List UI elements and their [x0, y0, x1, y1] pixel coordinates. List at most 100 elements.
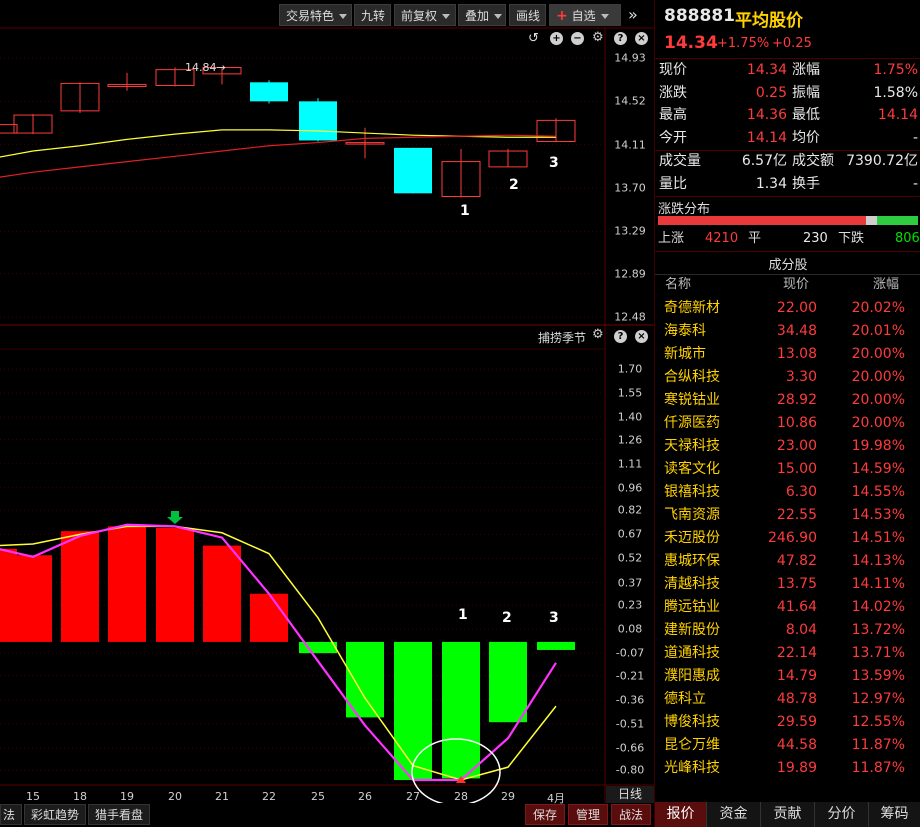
indicator-bar — [156, 527, 194, 642]
quote-tab[interactable]: 分价 — [815, 802, 869, 827]
indicator-axis-tick: 1.70 — [617, 362, 643, 376]
component-change: 20.00% — [851, 369, 905, 385]
component-row[interactable]: 濮阳惠成 14.79 13.59% — [655, 665, 920, 688]
indicator-axis-tick: 1.11 — [617, 457, 643, 471]
component-row[interactable]: 仟源医药 10.86 20.00% — [655, 412, 920, 435]
save-button[interactable]: 保存 — [525, 804, 565, 825]
chart-area[interactable]: 交易特色 九转 前复权 叠加 画线 + 自选 » ↺ + − ⚙ ? × 14.… — [0, 0, 654, 805]
indicator-axis-tick: 0.82 — [617, 503, 643, 517]
quote-tab[interactable]: 资金 — [707, 802, 761, 827]
zoom-out-icon[interactable]: − — [571, 32, 584, 45]
component-row[interactable]: 腾远钴业 41.64 14.02% — [655, 596, 920, 619]
tab-strategy-partial[interactable]: 法 — [0, 804, 22, 825]
x-axis-tick: 25 — [311, 790, 325, 803]
close-icon[interactable]: × — [635, 32, 648, 45]
change-percent: +1.75% — [717, 36, 770, 51]
component-name: 清越科技 — [664, 576, 720, 592]
component-change: 14.55% — [851, 484, 905, 500]
component-row[interactable]: 禾迈股份 246.90 14.51% — [655, 527, 920, 550]
x-axis-tick: 29 — [501, 790, 515, 803]
component-price: 14.79 — [776, 668, 817, 684]
strategy-button[interactable]: 战法 — [611, 804, 651, 825]
component-row[interactable]: 博俊科技 29.59 12.55% — [655, 711, 920, 734]
indicator-title[interactable]: 捕捞季节 — [538, 329, 586, 346]
component-row[interactable]: 银禧科技 6.30 14.55% — [655, 481, 920, 504]
distribution-row: 上涨 4210 平 230 下跌 806 — [655, 227, 920, 250]
component-row[interactable]: 道通科技 22.14 13.71% — [655, 642, 920, 665]
header-change[interactable]: 涨幅 — [873, 274, 899, 296]
close-icon[interactable]: × — [635, 330, 648, 343]
component-row[interactable]: 海泰科 34.48 20.01% — [655, 320, 920, 343]
candle-body — [394, 147, 432, 194]
quote-tab[interactable]: 报价 — [655, 802, 707, 827]
component-name: 惠城环保 — [664, 553, 720, 569]
ma-red-line — [0, 134, 557, 178]
component-row[interactable]: 惠城环保 47.82 14.13% — [655, 550, 920, 573]
component-price: 22.55 — [776, 507, 817, 523]
watchlist-dropdown[interactable]: + 自选 — [549, 4, 621, 26]
quote-tab[interactable]: 贡献 — [761, 802, 815, 827]
indicator-axis-tick: -0.66 — [615, 741, 645, 755]
component-price: 19.89 — [776, 760, 817, 776]
component-name: 建新股份 — [664, 622, 720, 638]
component-price: 246.90 — [768, 530, 817, 546]
quote-row: 成交量 6.57亿 成交额 7390.72亿 — [655, 150, 920, 173]
nine-turn-button[interactable]: 九转 — [354, 4, 391, 26]
period-label[interactable]: 日线 — [606, 786, 654, 803]
tab-hunter-view[interactable]: 猎手看盘 — [88, 804, 150, 825]
component-name: 昆仑万维 — [664, 737, 720, 753]
component-name: 濮阳惠成 — [664, 668, 720, 684]
distribution-title: 涨跌分布 — [658, 202, 711, 217]
draw-line-button[interactable]: 画线 — [509, 4, 546, 26]
component-row[interactable]: 德科立 48.78 12.97% — [655, 688, 920, 711]
component-row[interactable]: 合纵科技 3.30 20.00% — [655, 366, 920, 389]
manage-button[interactable]: 管理 — [568, 804, 608, 825]
quote-row: 现价 14.34 涨幅 1.75% — [655, 59, 920, 82]
header-name[interactable]: 名称 — [665, 274, 691, 296]
more-chevron-icon[interactable]: » — [628, 5, 638, 24]
current-price: 14.34 — [664, 33, 718, 53]
component-row[interactable]: 天禄科技 23.00 19.98% — [655, 435, 920, 458]
component-row[interactable]: 清越科技 13.75 14.11% — [655, 573, 920, 596]
component-name: 禾迈股份 — [664, 530, 720, 546]
settings-gear-icon[interactable]: ⚙ — [592, 30, 604, 45]
component-price: 10.86 — [776, 415, 817, 431]
quote-cell: 1.75% — [873, 62, 918, 78]
component-row[interactable]: 读客文化 15.00 14.59% — [655, 458, 920, 481]
quote-cell: 换手 — [792, 175, 820, 192]
component-price: 29.59 — [776, 714, 817, 730]
indicator-bar — [61, 531, 99, 642]
indicator-axis-tick: 1.40 — [617, 410, 643, 424]
help-icon[interactable]: ? — [614, 330, 627, 343]
indicator-bar — [203, 545, 241, 642]
component-row[interactable]: 光峰科技 19.89 11.87% — [655, 757, 920, 780]
component-row[interactable]: 建新股份 8.04 13.72% — [655, 619, 920, 642]
component-row[interactable]: 新城市 13.08 20.00% — [655, 343, 920, 366]
settings-gear-icon[interactable]: ⚙ — [592, 327, 604, 342]
components-title: 成分股 — [768, 258, 808, 273]
quote-cell: 14.34 — [746, 62, 787, 78]
adjust-dropdown[interactable]: 前复权 — [394, 4, 456, 26]
indicator-marker-2: 2 — [502, 610, 512, 626]
reset-icon[interactable]: ↺ — [528, 31, 539, 46]
quote-cell: 14.14 — [877, 107, 918, 123]
tab-rainbow-trend[interactable]: 彩虹趋势 — [24, 804, 86, 825]
component-row[interactable]: 飞南资源 22.55 14.53% — [655, 504, 920, 527]
help-icon[interactable]: ? — [614, 32, 627, 45]
overlay-dropdown[interactable]: 叠加 — [458, 4, 506, 26]
header-price[interactable]: 现价 — [783, 274, 809, 296]
trade-feature-dropdown[interactable]: 交易特色 — [279, 4, 352, 26]
component-name: 天禄科技 — [664, 438, 720, 454]
component-row[interactable]: 寒锐钴业 28.92 20.00% — [655, 389, 920, 412]
candle-body — [299, 101, 337, 141]
quote-tab[interactable]: 筹码 — [869, 802, 920, 827]
component-name: 寒锐钴业 — [664, 392, 720, 408]
indicator-axis-tick: 0.23 — [617, 598, 643, 612]
indicator-marker-3: 3 — [549, 610, 559, 626]
down-arrow-icon — [167, 511, 183, 524]
zoom-in-icon[interactable]: + — [550, 32, 563, 45]
component-price: 13.75 — [776, 576, 817, 592]
component-row[interactable]: 奇德新材 22.00 20.02% — [655, 297, 920, 320]
component-row[interactable]: 昆仑万维 44.58 11.87% — [655, 734, 920, 757]
chart-svg[interactable] — [0, 0, 654, 803]
